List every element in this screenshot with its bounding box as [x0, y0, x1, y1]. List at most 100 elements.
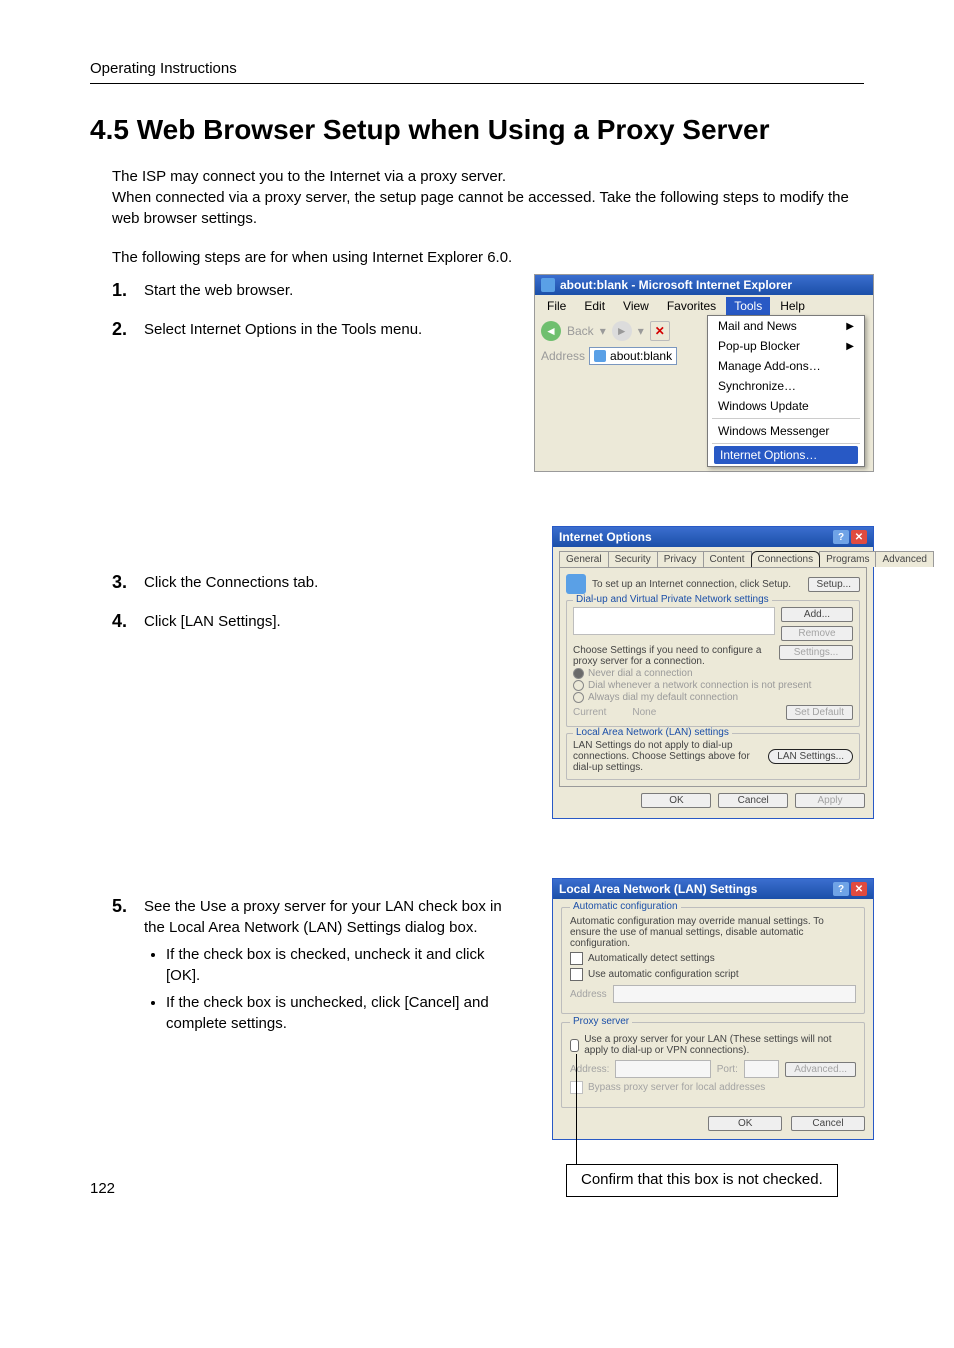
radio-always-dial[interactable]: Always dial my default connection — [573, 692, 853, 703]
menu-favorites[interactable]: Favorites — [659, 297, 724, 315]
step-number: 2. — [112, 319, 144, 340]
globe-icon — [566, 574, 586, 594]
setup-text: To set up an Internet connection, click … — [592, 579, 802, 590]
bypass-checkbox[interactable]: Bypass proxy server for local addresses — [570, 1081, 856, 1094]
io-tabs: General Security Privacy Content Connect… — [559, 551, 867, 567]
callout-text: Confirm that this box is not checked. — [581, 1171, 823, 1188]
menu-item-messenger[interactable]: Windows Messenger — [708, 421, 864, 441]
step-5-bullet-2: If the check box is unchecked, click [Ca… — [166, 992, 504, 1034]
menu-item-mail[interactable]: Mail and News▶ — [708, 316, 864, 336]
tab-programs[interactable]: Programs — [819, 551, 876, 567]
auto-config-legend: Automatic configuration — [570, 901, 681, 912]
menu-item-internet-options[interactable]: Internet Options… — [714, 446, 858, 464]
connections-list[interactable] — [573, 607, 775, 635]
back-label: Back — [567, 324, 594, 338]
back-button-icon[interactable]: ◄ — [541, 321, 561, 341]
lan-titlebar: Local Area Network (LAN) Settings ? ✕ — [553, 879, 873, 899]
apply-button[interactable]: Apply — [795, 793, 865, 808]
menu-item-popup[interactable]: Pop-up Blocker▶ — [708, 336, 864, 356]
forward-button-icon[interactable]: ► — [612, 321, 632, 341]
step-text: Click [LAN Settings]. — [144, 611, 281, 632]
ie-page-icon — [594, 350, 606, 362]
lan-cancel-button[interactable]: Cancel — [791, 1116, 865, 1131]
auto-script-checkbox[interactable]: Use automatic configuration script — [570, 968, 856, 981]
step-5-lead: See the Use a proxy server for your LAN … — [144, 898, 502, 936]
set-default-button[interactable]: Set Default — [786, 705, 853, 720]
io-titlebar: Internet Options ? ✕ — [553, 527, 873, 547]
tab-content[interactable]: Content — [703, 551, 752, 567]
ok-button[interactable]: OK — [641, 793, 711, 808]
proxy-port-field[interactable] — [744, 1060, 779, 1078]
callout-leader-line — [576, 1054, 577, 1164]
step-5-bullet-1: If the check box is checked, uncheck it … — [166, 944, 504, 986]
ie-menubar: File Edit View Favorites Tools Help — [535, 295, 873, 317]
menu-item-update[interactable]: Windows Update — [708, 396, 864, 416]
auto-config-text: Automatic configuration may override man… — [570, 916, 856, 949]
help-icon[interactable]: ? — [833, 882, 849, 896]
menu-item-sync[interactable]: Synchronize… — [708, 376, 864, 396]
setup-button[interactable]: Setup... — [808, 577, 860, 592]
figure-lan-settings: Local Area Network (LAN) Settings ? ✕ Au… — [552, 878, 874, 1140]
tab-general[interactable]: General — [559, 551, 609, 567]
menu-tools[interactable]: Tools — [726, 297, 770, 315]
section-title: 4.5 Web Browser Setup when Using a Proxy… — [90, 114, 864, 146]
auto-detect-checkbox[interactable]: Automatically detect settings — [570, 952, 856, 965]
menu-view[interactable]: View — [615, 297, 657, 315]
step-text: Select Internet Options in the Tools men… — [144, 319, 422, 340]
step-text: See the Use a proxy server for your LAN … — [144, 896, 504, 1040]
help-icon[interactable]: ? — [833, 530, 849, 544]
tab-security[interactable]: Security — [608, 551, 658, 567]
menu-file[interactable]: File — [539, 297, 574, 315]
ie-titlebar: about:blank - Microsoft Internet Explore… — [535, 275, 873, 295]
address-field[interactable]: about:blank — [589, 347, 677, 365]
radio-dial-when-absent[interactable]: Dial whenever a network connection is no… — [573, 680, 853, 691]
tools-dropdown: Mail and News▶ Pop-up Blocker▶ Manage Ad… — [707, 315, 865, 467]
lan-title-text: Local Area Network (LAN) Settings — [559, 882, 757, 896]
step-number: 5. — [112, 896, 144, 917]
radio-never-dial[interactable]: Never dial a connection — [573, 668, 853, 679]
add-button[interactable]: Add... — [781, 607, 853, 622]
settings-button[interactable]: Settings... — [779, 645, 853, 660]
ie-logo-icon — [541, 278, 555, 292]
header-rule — [90, 83, 864, 84]
lan-text: LAN Settings do not apply to dial-up con… — [573, 740, 762, 773]
remove-button[interactable]: Remove — [781, 626, 853, 641]
menu-help[interactable]: Help — [772, 297, 813, 315]
step-number: 1. — [112, 280, 144, 301]
proxy-port-label: Port: — [717, 1064, 738, 1075]
intro-paragraph: The ISP may connect you to the Internet … — [112, 166, 864, 229]
script-address-field[interactable] — [613, 985, 856, 1003]
figure-ie-tools-menu: about:blank - Microsoft Internet Explore… — [534, 274, 874, 472]
script-address-label: Address — [570, 989, 607, 1000]
address-label: Address — [541, 349, 585, 363]
lan-ok-button[interactable]: OK — [708, 1116, 782, 1131]
proxy-address-field[interactable] — [615, 1060, 710, 1078]
tab-advanced[interactable]: Advanced — [875, 551, 933, 567]
cancel-button[interactable]: Cancel — [718, 793, 788, 808]
menu-edit[interactable]: Edit — [576, 297, 613, 315]
running-head: Operating Instructions — [90, 60, 864, 77]
address-value: about:blank — [610, 349, 672, 363]
close-icon[interactable]: ✕ — [851, 882, 867, 896]
preface-note: The following steps are for when using I… — [112, 249, 864, 266]
step-number: 4. — [112, 611, 144, 632]
step-text: Click the Connections tab. — [144, 572, 318, 593]
menu-item-addons[interactable]: Manage Add-ons… — [708, 356, 864, 376]
proxy-checkbox[interactable]: Use a proxy server for your LAN (These s… — [570, 1034, 856, 1056]
proxy-legend: Proxy server — [570, 1016, 632, 1027]
stop-button-icon[interactable]: ✕ — [650, 321, 670, 341]
close-icon[interactable]: ✕ — [851, 530, 867, 544]
advanced-button[interactable]: Advanced... — [785, 1062, 856, 1077]
current-label: Current — [573, 707, 606, 718]
tab-connections[interactable]: Connections — [751, 551, 821, 567]
io-title-text: Internet Options — [559, 530, 652, 544]
dialup-legend: Dial-up and Virtual Private Network sett… — [573, 594, 772, 605]
lan-legend: Local Area Network (LAN) settings — [573, 727, 732, 738]
tab-privacy[interactable]: Privacy — [657, 551, 704, 567]
lan-settings-button[interactable]: LAN Settings... — [768, 749, 853, 764]
ie-title-text: about:blank - Microsoft Internet Explore… — [560, 278, 792, 292]
figure-internet-options: Internet Options ? ✕ General Security Pr… — [552, 526, 874, 819]
current-value: None — [632, 707, 656, 718]
choose-settings-text: Choose Settings if you need to configure… — [573, 645, 773, 667]
step-number: 3. — [112, 572, 144, 593]
